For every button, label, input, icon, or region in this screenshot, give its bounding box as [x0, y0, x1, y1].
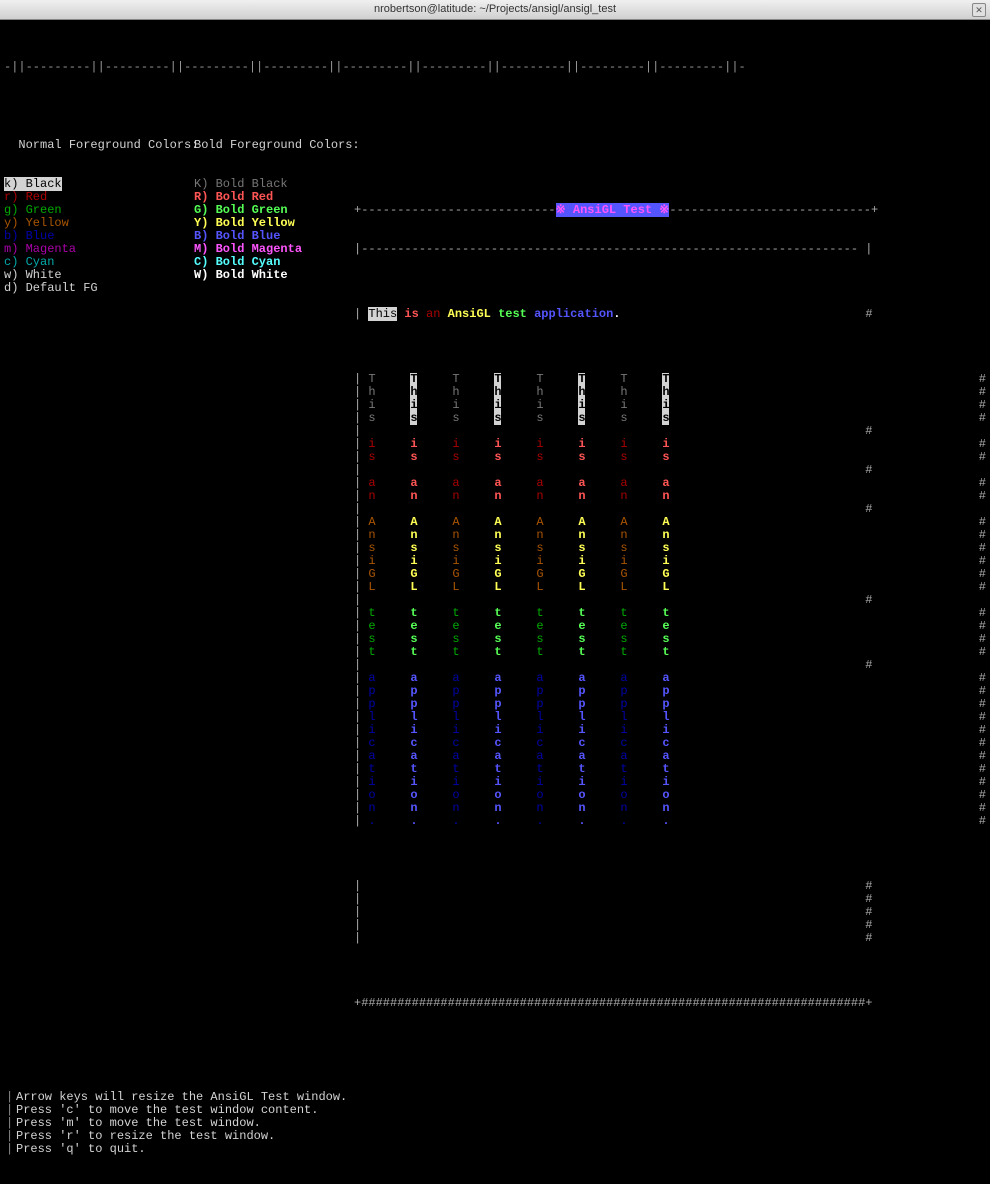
grid-row: | llllllll #	[354, 711, 986, 724]
grid-row: | iiiiiiii #	[354, 555, 986, 568]
grid-row: | cccccccc #	[354, 737, 986, 750]
normal-color-k[interactable]: k) Black	[4, 177, 62, 191]
grid-row: | pppppppp #	[354, 698, 986, 711]
grid-row: | nnnnnnnn #	[354, 529, 986, 542]
grid-row: | iiiiiiii #	[354, 438, 986, 451]
top-ruler: -||---------||---------||---------||----…	[4, 61, 986, 74]
sentence-word: an	[426, 307, 440, 321]
sentence-word: application	[534, 307, 613, 321]
help-line: |Arrow keys will resize the AnsiGL Test …	[4, 1091, 986, 1104]
window-title: nrobertson@latitude: ~/Projects/ansigl/a…	[374, 3, 616, 16]
grid-row: | aaaaaaaa #	[354, 477, 986, 490]
sentence-word: AnsiGL	[448, 307, 491, 321]
close-icon[interactable]: ✕	[972, 3, 986, 17]
normal-color-c[interactable]: c) Cyan	[4, 255, 54, 269]
window-titlebar: nrobertson@latitude: ~/Projects/ansigl/a…	[0, 0, 990, 20]
grid-row: | AAAAAAAA #	[354, 516, 986, 529]
sentence-word	[419, 307, 426, 321]
normal-color-m[interactable]: m) Magenta	[4, 242, 76, 256]
grid-row: | pppppppp #	[354, 685, 986, 698]
color-legend: Normal Foreground Colors: Bold Foregroun…	[4, 113, 354, 1036]
normal-color-b[interactable]: b) Blue	[4, 229, 54, 243]
grid-row: | TTTTTTTT #	[354, 373, 986, 386]
grid-row: | ........ #	[354, 815, 986, 828]
help-footer: |Arrow keys will resize the AnsiGL Test …	[4, 1091, 986, 1156]
sentence-word: This	[368, 307, 397, 321]
normal-header: Normal Foreground Colors:	[18, 138, 198, 152]
box-top-border: +---------------------------※ AnsiGL Tes…	[354, 204, 986, 217]
grid-row: | tttttttt #	[354, 607, 986, 620]
grid-row: | iiiiiiii #	[354, 724, 986, 737]
sentence-word: test	[498, 307, 527, 321]
grid-row: | tttttttt #	[354, 763, 986, 776]
grid-row: | eeeeeeee #	[354, 620, 986, 633]
sentence-word: .	[613, 307, 620, 321]
normal-color-w[interactable]: w) White	[4, 268, 62, 282]
grid-row: | ssssssss #	[354, 542, 986, 555]
sentence-word	[440, 307, 447, 321]
grid-row: | iiiiiiii #	[354, 776, 986, 789]
grid-row: | hhhhhhhh #	[354, 386, 986, 399]
box-title-underline: |---------------------------------------…	[354, 243, 986, 256]
normal-color-d[interactable]: d) Default FG	[4, 281, 98, 295]
grid-row: | nnnnnnnn #	[354, 802, 986, 815]
grid-row: | oooooooo #	[354, 789, 986, 802]
box-bottom-border: +#######################################…	[354, 997, 986, 1010]
grid-row: | aaaaaaaa #	[354, 672, 986, 685]
sentence-word	[491, 307, 498, 321]
help-line: |Press 'r' to resize the test window.	[4, 1130, 986, 1143]
grid-row: | GGGGGGGG #	[354, 568, 986, 581]
normal-color-g[interactable]: g) Green	[4, 203, 62, 217]
grid-row: | ssssssss #	[354, 633, 986, 646]
grid-row: | iiiiiiii #	[354, 399, 986, 412]
sentence-word	[527, 307, 534, 321]
bold-header: Bold Foreground Colors:	[194, 139, 360, 152]
help-line: |Press 'q' to quit.	[4, 1143, 986, 1156]
help-line: |Press 'c' to move the test window conte…	[4, 1104, 986, 1117]
sentence-row: | This is an AnsiGL test application. #	[354, 308, 986, 321]
sentence-word: is	[404, 307, 418, 321]
normal-color-r[interactable]: r) Red	[4, 190, 47, 204]
grid-row: | aaaaaaaa #	[354, 750, 986, 763]
app-title: ※ AnsiGL Test ※	[556, 203, 670, 217]
normal-color-y[interactable]: y) Yellow	[4, 216, 69, 230]
bold-color-W[interactable]: W) Bold White	[194, 269, 288, 282]
terminal-content: -||---------||---------||---------||----…	[0, 20, 990, 1184]
test-window: +---------------------------※ AnsiGL Tes…	[354, 113, 986, 1036]
help-line: |Press 'm' to move the test window.	[4, 1117, 986, 1130]
